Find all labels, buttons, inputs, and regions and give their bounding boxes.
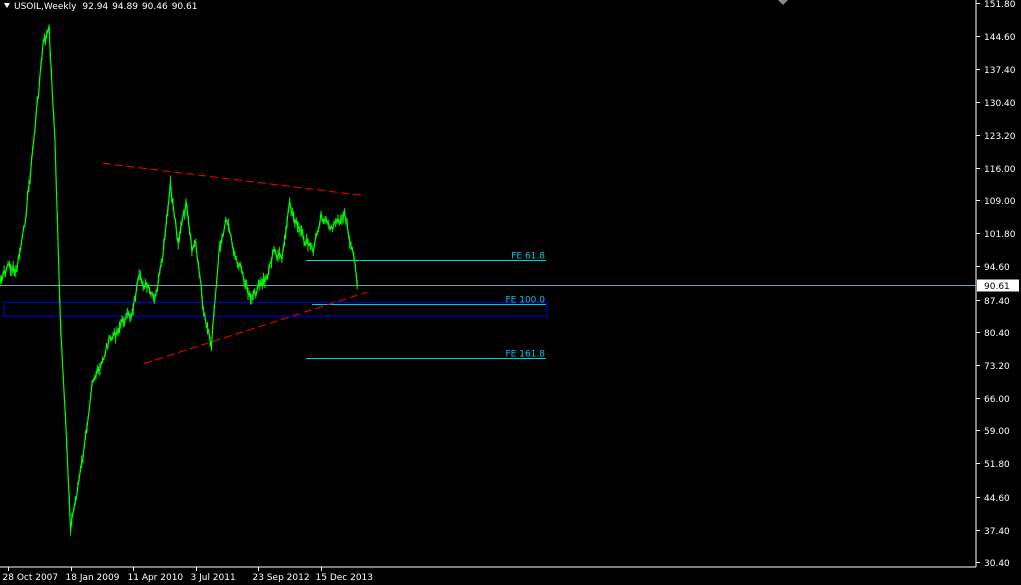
fibo-level-label: FE 61.8 bbox=[511, 252, 545, 262]
x-tick-label: 11 Apr 2010 bbox=[128, 573, 184, 583]
y-tick-label: 66.00 bbox=[984, 395, 1010, 405]
current-price-label: 90.61 bbox=[984, 282, 1010, 292]
y-tick-label: 94.60 bbox=[984, 263, 1010, 273]
x-tick-label: 23 Sep 2012 bbox=[253, 573, 310, 583]
x-tick-label: 18 Jan 2009 bbox=[66, 573, 120, 583]
y-tick-label: 80.40 bbox=[984, 329, 1010, 339]
x-tick-label: 28 Oct 2007 bbox=[3, 573, 59, 583]
x-tick-label: 15 Dec 2013 bbox=[316, 573, 374, 583]
y-tick-label: 87.40 bbox=[984, 297, 1010, 307]
x-tick-label: 3 Jul 2011 bbox=[191, 573, 236, 583]
y-tick-label: 130.40 bbox=[984, 99, 1016, 109]
y-tick-label: 59.00 bbox=[984, 427, 1010, 437]
fibo-level-label: FE 100.0 bbox=[506, 296, 546, 306]
y-tick-label: 51.80 bbox=[984, 460, 1010, 470]
y-tick-label: 109.00 bbox=[984, 197, 1016, 207]
fibo-level-label: FE 161.8 bbox=[506, 350, 546, 360]
y-tick-label: 73.20 bbox=[984, 362, 1010, 372]
y-tick-label: 37.40 bbox=[984, 527, 1010, 537]
y-tick-label: 151.80 bbox=[984, 0, 1016, 10]
price-chart[interactable]: 151.80 144.60 137.40 130.40 123.20 116.00 109.… bbox=[0, 0, 1021, 585]
symbol-label: USOIL,Weekly bbox=[14, 2, 77, 12]
price-series-line bbox=[0, 25, 358, 532]
low-value: 90.46 bbox=[141, 2, 168, 12]
y-tick-label: 30.40 bbox=[984, 559, 1010, 569]
chart-header: USOIL,Weekly 92.94 94.89 90.46 90.61 bbox=[4, 2, 201, 12]
top-scroll-marker-icon bbox=[778, 0, 788, 5]
y-tick-label: 101.80 bbox=[984, 230, 1016, 240]
y-tick-label: 137.40 bbox=[984, 66, 1016, 76]
y-tick-label: 44.60 bbox=[984, 494, 1010, 504]
y-tick-label: 116.00 bbox=[984, 165, 1016, 175]
y-tick-label: 144.60 bbox=[984, 33, 1016, 43]
open-value: 92.94 bbox=[82, 2, 109, 12]
trendline-upper bbox=[102, 162, 364, 196]
high-value: 94.89 bbox=[112, 2, 138, 12]
trendline-lower bbox=[143, 291, 368, 365]
close-value: 90.61 bbox=[171, 2, 198, 12]
y-tick-label: 123.20 bbox=[984, 132, 1016, 142]
dropdown-triangle-icon[interactable] bbox=[4, 3, 10, 8]
